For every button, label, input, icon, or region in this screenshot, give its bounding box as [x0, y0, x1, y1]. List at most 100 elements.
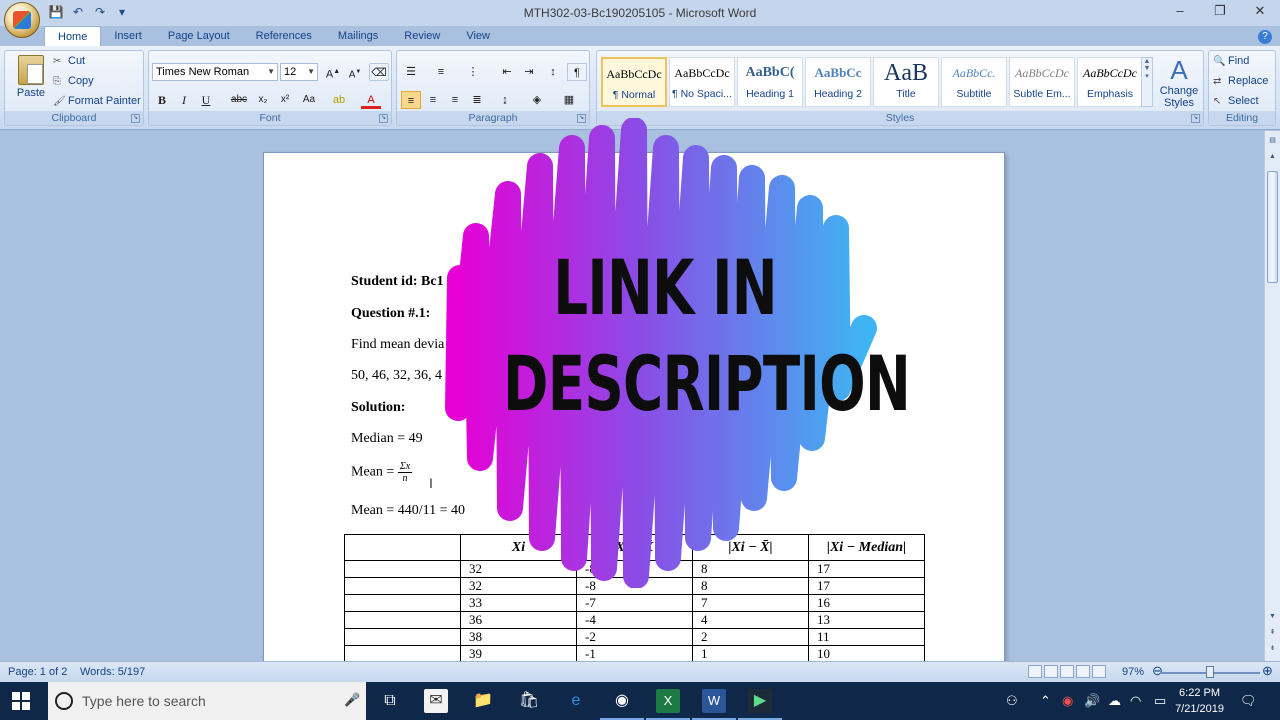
help-icon[interactable]: ? [1258, 30, 1272, 44]
web-layout-icon[interactable] [1060, 665, 1074, 678]
tab-review[interactable]: Review [391, 26, 453, 47]
edge-browser-icon[interactable]: e [564, 689, 588, 713]
increase-indent-icon[interactable]: ⇥ [519, 63, 539, 81]
record-icon[interactable]: ◉ [1062, 693, 1073, 709]
file-explorer-icon[interactable]: 📁 [471, 689, 495, 713]
bold-button[interactable]: B [152, 91, 172, 109]
tab-page-layout[interactable]: Page Layout [155, 26, 243, 47]
tab-references[interactable]: References [243, 26, 325, 47]
battery-icon[interactable]: ▭ [1154, 693, 1166, 709]
scroll-up-icon[interactable]: ▲ [1267, 151, 1278, 163]
cut-button[interactable]: ✂ Cut [53, 55, 85, 67]
zoom-in-icon[interactable]: ⊕ [1262, 663, 1273, 679]
ruler-toggle-icon[interactable]: ▤ [1267, 135, 1278, 147]
restore-button[interactable]: ❐ [1200, 0, 1240, 24]
borders-icon[interactable]: ▦ [559, 91, 579, 109]
clipboard-launcher-icon[interactable]: ↘ [131, 114, 140, 123]
minimize-button[interactable]: – [1160, 0, 1200, 24]
page-count[interactable]: Page: 1 of 2 [8, 666, 67, 678]
align-right-icon[interactable]: ≡ [445, 91, 465, 109]
style-heading-1[interactable]: AaBbC(Heading 1 [737, 57, 803, 107]
justify-icon[interactable]: ≣ [467, 91, 487, 109]
decrease-indent-icon[interactable]: ⇤ [497, 63, 517, 81]
taskbar-clock[interactable]: 6:22 PM 7/21/2019 [1175, 685, 1224, 717]
copy-button[interactable]: ⎘ Copy [53, 75, 94, 87]
word-icon[interactable]: W [692, 689, 736, 720]
windows-start-icon[interactable] [12, 692, 30, 710]
taskbar-search-box[interactable]: Type here to search 🎤 [48, 682, 366, 720]
scroll-thumb[interactable] [1267, 171, 1278, 283]
font-family-select[interactable]: Times New Roman ▼ [152, 63, 278, 81]
font-color-icon[interactable]: A [361, 91, 381, 109]
full-screen-reading-icon[interactable] [1044, 665, 1058, 678]
prev-page-icon[interactable]: ⇞ [1267, 627, 1278, 639]
style-title[interactable]: AaB Title [873, 57, 939, 107]
change-case-button[interactable]: Aa [299, 91, 319, 109]
people-icon[interactable]: ⚇ [1006, 693, 1018, 709]
subscript-button[interactable]: x₂ [253, 91, 273, 109]
wifi-icon[interactable]: ◠ [1130, 693, 1141, 709]
zoom-slider-thumb[interactable] [1206, 666, 1214, 678]
font-launcher-icon[interactable]: ↘ [379, 114, 388, 123]
shrink-font-button[interactable]: A▼ [345, 63, 365, 81]
find-button[interactable]: 🔍 Find [1213, 55, 1249, 67]
paragraph-launcher-icon[interactable]: ↘ [577, 114, 586, 123]
shading-icon[interactable]: ◈ [527, 91, 547, 109]
style-heading-2[interactable]: AaBbCc Heading 2 [805, 57, 871, 107]
draft-icon[interactable] [1092, 665, 1106, 678]
tab-view[interactable]: View [453, 26, 503, 47]
numbering-icon[interactable]: ≡ [431, 63, 451, 81]
vertical-scrollbar[interactable]: ▤ ▲ ▼ ⇞ ⇟ [1264, 131, 1280, 661]
italic-button[interactable]: I [174, 91, 194, 109]
microphone-icon[interactable]: 🎤 [344, 692, 360, 708]
styles-launcher-icon[interactable]: ↘ [1191, 114, 1200, 123]
style-normal[interactable]: AaBbCcDc ¶ Normal [601, 57, 667, 107]
next-page-icon[interactable]: ⇟ [1267, 643, 1278, 655]
strikethrough-button[interactable]: abc [229, 91, 249, 109]
pilcrow-icon[interactable]: ¶ [567, 63, 587, 81]
change-styles-button[interactable]: A Change Styles [1157, 55, 1201, 109]
highlight-icon[interactable]: ab [329, 91, 349, 109]
volume-icon[interactable]: 🔊 [1084, 693, 1100, 709]
store-icon[interactable]: 🛍 [517, 689, 541, 713]
mail-icon[interactable]: ✉ [424, 689, 448, 713]
superscript-button[interactable]: x² [275, 91, 295, 109]
select-button[interactable]: ↖ Select [1213, 95, 1259, 107]
outline-icon[interactable] [1076, 665, 1090, 678]
grow-font-button[interactable]: A▲ [323, 63, 343, 81]
tab-home[interactable]: Home [44, 26, 102, 47]
tab-insert[interactable]: Insert [101, 26, 155, 47]
align-left-icon[interactable]: ≡ [401, 91, 421, 109]
line-spacing-icon[interactable]: ↨ [495, 91, 515, 109]
underline-button[interactable]: U [196, 91, 216, 109]
close-button[interactable]: ✕ [1240, 0, 1280, 24]
notifications-icon[interactable]: 🗨 [1240, 693, 1257, 709]
task-view-icon[interactable]: ⧉ [378, 689, 402, 713]
zoom-level[interactable]: 97% [1122, 666, 1144, 678]
print-layout-icon[interactable] [1028, 665, 1042, 678]
onedrive-icon[interactable]: ☁ [1108, 693, 1121, 709]
replace-button[interactable]: ⇄ Replace [1213, 75, 1268, 87]
chrome-icon[interactable]: ◉ [600, 689, 644, 720]
font-size-select[interactable]: 12 ▼ [280, 63, 318, 81]
excel-icon[interactable]: X [646, 689, 690, 720]
camtasia-icon[interactable]: ▶ [738, 689, 782, 720]
office-button[interactable] [4, 2, 40, 38]
show-hidden-icons-icon[interactable]: ⌃ [1040, 693, 1051, 709]
style-no-spacing[interactable]: AaBbCcDc ¶ No Spaci... [669, 57, 735, 107]
paste-button[interactable]: Paste [11, 55, 51, 109]
sort-icon[interactable]: ↕ [543, 63, 563, 81]
zoom-out-icon[interactable]: ⊖ [1152, 663, 1163, 679]
styles-scroll-icon[interactable]: ▲ ▼ ▾ [1141, 57, 1153, 107]
word-count[interactable]: Words: 5/197 [80, 666, 145, 678]
style-subtitle[interactable]: AaBbCc. Subtitle [941, 57, 1007, 107]
style-emphasis[interactable]: AaBbCcDc Emphasis [1077, 57, 1143, 107]
align-center-icon[interactable]: ≡ [423, 91, 443, 109]
bullets-icon[interactable]: ☰ [401, 63, 421, 81]
format-painter-button[interactable]: 🖌 Format Painter [53, 95, 141, 107]
clear-formatting-button[interactable]: ⌫ [369, 63, 389, 81]
style-subtle-emphasis[interactable]: AaBbCcDc Subtle Em... [1009, 57, 1075, 107]
tab-mailings[interactable]: Mailings [325, 26, 391, 47]
multilevel-list-icon[interactable]: ⋮ [463, 63, 483, 81]
scroll-down-icon[interactable]: ▼ [1267, 611, 1278, 623]
